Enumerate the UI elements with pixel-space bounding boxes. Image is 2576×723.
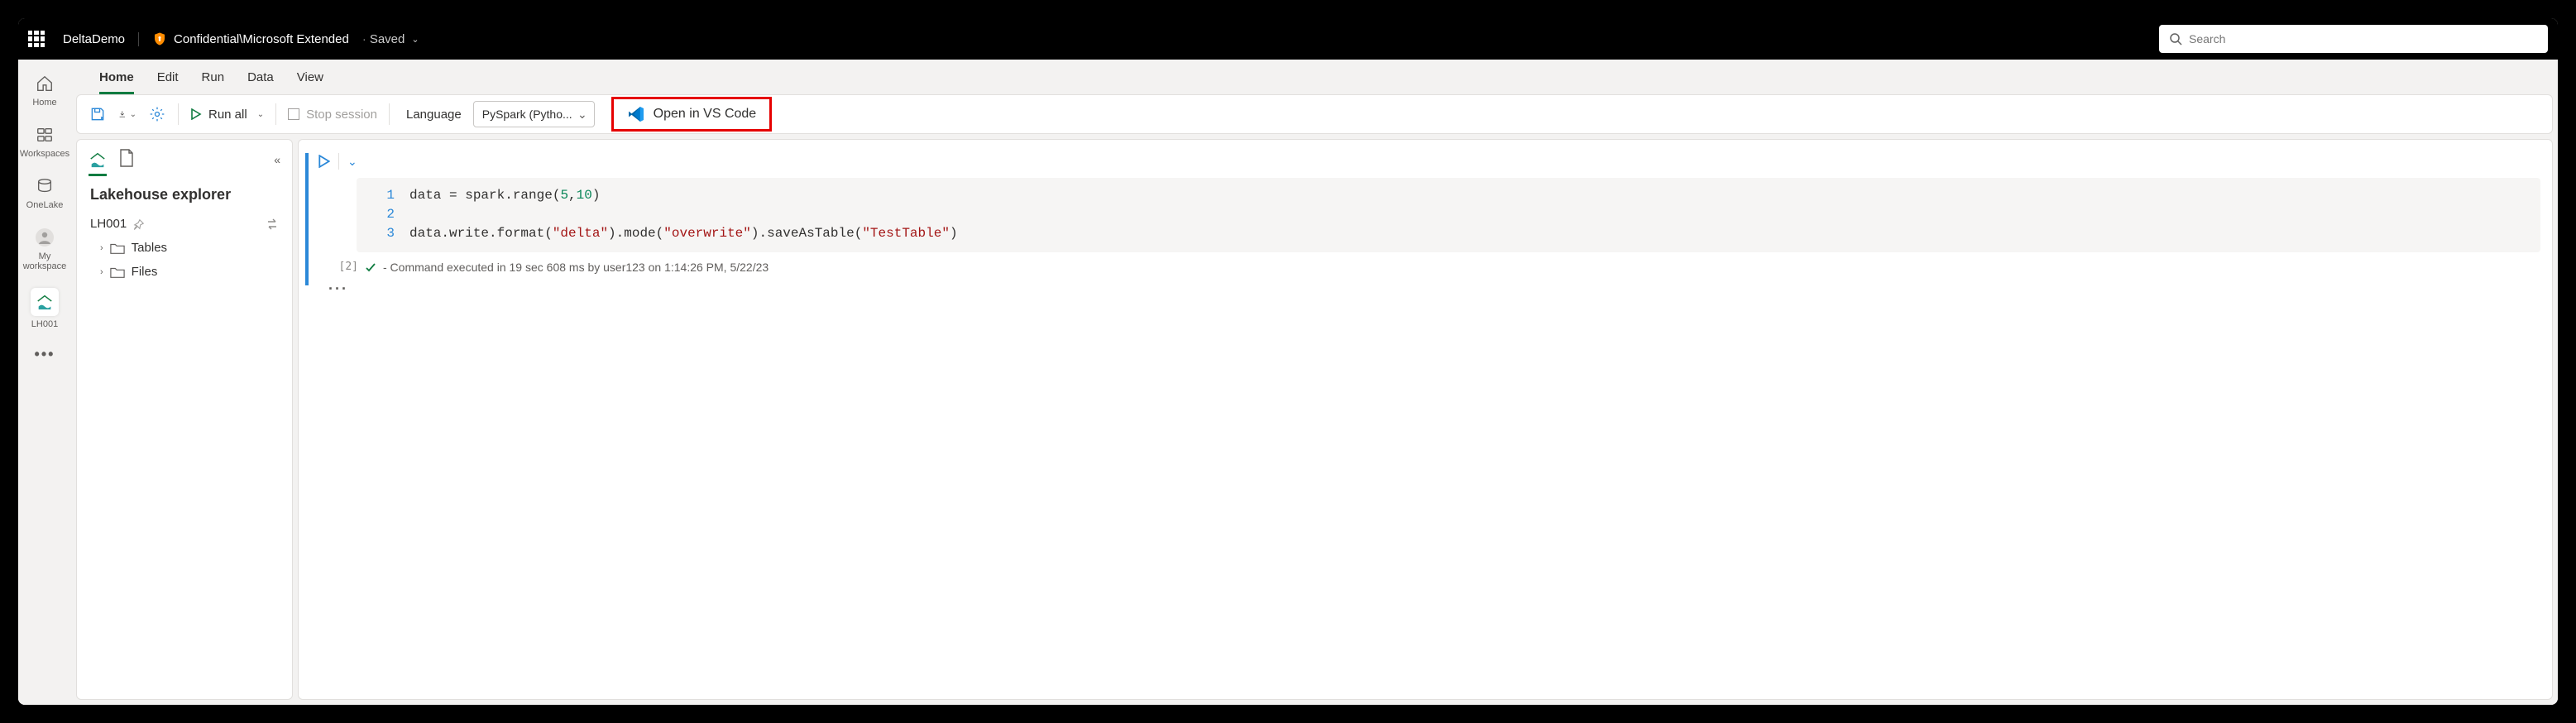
tab-edit[interactable]: Edit — [157, 60, 179, 94]
menu-tabs: Home Edit Run Data View — [71, 60, 2558, 94]
chevron-down-icon: ⌄ — [130, 110, 136, 119]
top-bar: DeltaDemo Confidential\Microsoft Extende… — [18, 18, 2558, 60]
separator — [178, 103, 179, 125]
home-icon — [34, 73, 55, 94]
search-input[interactable] — [2189, 32, 2538, 45]
play-icon — [190, 108, 202, 120]
rail-label: Workspaces — [20, 149, 69, 159]
tree-label: Tables — [132, 241, 167, 255]
rail-workspaces[interactable]: Workspaces — [18, 119, 71, 164]
cell-indicator — [305, 153, 309, 285]
chevron-right-icon: › — [100, 267, 103, 277]
tab-run[interactable]: Run — [202, 60, 225, 94]
tab-home[interactable]: Home — [99, 60, 134, 94]
cell-more-icon[interactable]: ··· — [315, 274, 2552, 298]
exec-count: [2] — [325, 261, 358, 273]
tab-view[interactable]: View — [297, 60, 323, 94]
lakehouse-name: LH001 — [90, 217, 127, 231]
rail-more[interactable]: ••• — [18, 341, 71, 368]
lakehouse-explorer-panel: « Lakehouse explorer LH001 › Tables — [76, 139, 293, 700]
sensitivity-text: Confidential\Microsoft Extended — [174, 32, 349, 46]
lakehouse-icon — [34, 291, 55, 313]
line-number: 3 — [371, 224, 395, 243]
separator — [338, 153, 339, 170]
lakehouse-row[interactable]: LH001 — [77, 212, 292, 236]
rail-my-workspace[interactable]: My workspace — [18, 222, 71, 276]
cell-chevron-down-icon[interactable]: ⌄ — [347, 155, 357, 169]
sensitivity-label[interactable]: Confidential\Microsoft Extended — [152, 30, 349, 48]
cell-output-status: [2] - Command executed in 19 sec 608 ms … — [315, 252, 2552, 274]
stop-icon — [288, 108, 299, 120]
swap-icon[interactable] — [266, 218, 279, 231]
chevron-down-icon: ⌄ — [257, 110, 264, 119]
run-all-label: Run all — [208, 108, 247, 122]
rail-label: OneLake — [26, 200, 64, 210]
code-line[interactable]: 2 — [371, 205, 2526, 224]
pin-icon[interactable] — [133, 218, 145, 230]
save-status[interactable]: · Saved ⌄ — [362, 32, 419, 46]
workspace-name[interactable]: DeltaDemo — [58, 32, 139, 46]
language-select[interactable]: PySpark (Pytho... — [473, 101, 595, 127]
code-line[interactable]: 3data.write.format("delta").mode("overwr… — [371, 224, 2526, 243]
tree-label: Files — [132, 265, 158, 279]
toolbar: ⌄ Run all ⌄ Stop session Language — [76, 94, 2553, 134]
stop-session-label: Stop session — [306, 108, 377, 122]
separator — [275, 103, 276, 125]
onelake-icon — [34, 175, 55, 197]
tree-item-files[interactable]: › Files — [77, 260, 292, 284]
vscode-icon — [627, 105, 645, 123]
search-icon — [2169, 32, 2182, 45]
run-all-button[interactable]: Run all ⌄ — [190, 108, 264, 122]
rail-label: Home — [32, 98, 56, 108]
rail-onelake[interactable]: OneLake — [18, 170, 71, 215]
folder-icon — [110, 242, 125, 255]
tab-underline — [89, 174, 107, 176]
app-launcher-icon[interactable] — [28, 31, 45, 47]
chevron-right-icon: › — [100, 243, 103, 253]
open-in-vscode-label: Open in VS Code — [654, 107, 757, 122]
more-icon: ••• — [35, 346, 55, 363]
code-line[interactable]: 1data = spark.range(5,10) — [371, 186, 2526, 205]
explorer-title: Lakehouse explorer — [77, 181, 292, 212]
check-icon — [365, 261, 376, 273]
code-cell[interactable]: ⌄ 1data = spark.range(5,10)23data.write.… — [305, 153, 2552, 298]
code-editor[interactable]: 1data = spark.range(5,10)23data.write.fo… — [357, 178, 2540, 252]
rail-lh001[interactable]: LH001 — [18, 283, 71, 334]
shield-icon — [152, 30, 167, 48]
run-cell-button[interactable] — [318, 155, 330, 168]
rail-home[interactable]: Home — [18, 68, 71, 113]
open-in-vscode-button[interactable]: Open in VS Code — [611, 97, 773, 132]
lakehouse-tab-icon[interactable] — [89, 151, 107, 169]
search-input-container[interactable] — [2159, 25, 2548, 53]
language-label: Language — [401, 108, 462, 122]
settings-icon[interactable] — [148, 105, 166, 123]
rail-label: LH001 — [31, 319, 58, 329]
tab-data[interactable]: Data — [247, 60, 274, 94]
rail-label: My workspace — [18, 251, 71, 271]
folder-icon — [110, 266, 125, 279]
output-text: - Command executed in 19 sec 608 ms by u… — [383, 261, 768, 274]
person-icon — [34, 227, 55, 248]
chevron-down-icon: ⌄ — [411, 34, 419, 45]
separator — [389, 103, 390, 125]
download-icon[interactable]: ⌄ — [118, 105, 136, 123]
workspaces-icon — [34, 124, 55, 146]
collapse-panel-icon[interactable]: « — [274, 153, 280, 166]
left-nav-rail: Home Workspaces OneLake My workspace — [18, 60, 71, 705]
files-tab-icon[interactable] — [118, 148, 135, 170]
language-value: PySpark (Pytho... — [482, 108, 572, 121]
save-icon[interactable] — [89, 105, 107, 123]
line-number: 1 — [371, 186, 395, 205]
line-number: 2 — [371, 205, 395, 224]
stop-session-button[interactable]: Stop session — [288, 108, 377, 122]
tree-item-tables[interactable]: › Tables — [77, 236, 292, 260]
notebook-canvas: ⌄ 1data = spark.range(5,10)23data.write.… — [298, 139, 2553, 700]
